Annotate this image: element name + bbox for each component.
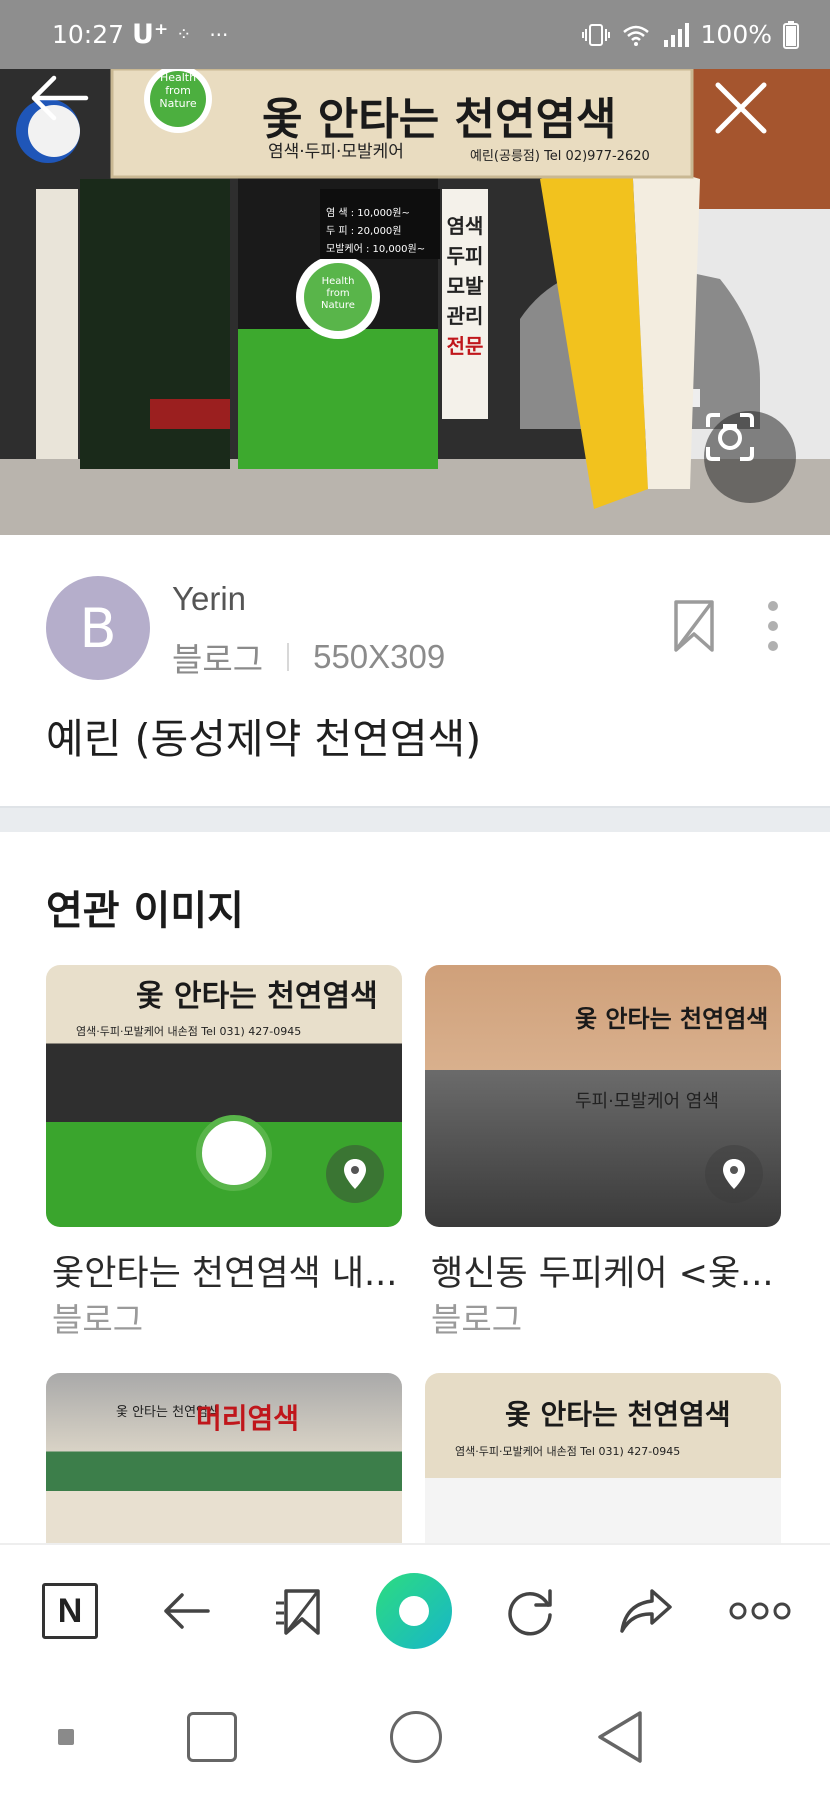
square-icon: [187, 1712, 237, 1762]
more-options-button[interactable]: [758, 596, 788, 656]
image-viewer-app: 10:27 U⁺ ⁘ ··· 100% 옻 안타는 천연염색 염색·두피·모발케…: [0, 0, 830, 1798]
signal-icon: [663, 22, 689, 47]
related-images-heading: 연관 이미지: [46, 888, 244, 934]
location-pin-button[interactable]: [326, 1145, 384, 1203]
related-thumbnail[interactable]: 옻 안타는 천연염색 두피·모발케어 염색: [425, 965, 781, 1227]
battery-percent: 100%: [700, 20, 772, 49]
bookmark-list-icon: [276, 1589, 320, 1635]
thumb-sign-text: 옻 안타는 천연염색: [505, 1398, 731, 1431]
bookmark-list-button[interactable]: [250, 1563, 346, 1659]
section-divider: [0, 806, 830, 832]
thumb-sign-text: 옻 안타는 천연염색: [575, 1005, 769, 1033]
small-square-icon: [58, 1729, 74, 1745]
network-dots-icon: ⁘: [176, 24, 192, 45]
vibrate-icon: [581, 23, 610, 46]
back-arrow-icon: [31, 75, 89, 121]
system-back-button[interactable]: [580, 1697, 660, 1777]
hero-sign-sub: 염색·두피·모발케어: [268, 142, 404, 162]
browser-toolbar: N: [0, 1543, 830, 1675]
related-thumbnail[interactable]: 옻 안타는 천연염색 염색·두피·모발케어 내손점 Tel 031) 427-0…: [46, 965, 402, 1227]
back-button[interactable]: [28, 75, 116, 163]
arrow-left-icon: [164, 1593, 210, 1629]
source-label: 블로그: [172, 640, 264, 679]
author-name[interactable]: Yerin: [172, 580, 246, 618]
bookmark-button[interactable]: [672, 598, 716, 654]
carrier-label: U⁺: [132, 19, 169, 50]
naver-home-button[interactable]: N: [22, 1563, 118, 1659]
hero-price-list: 염 색 : 10,000원~ 두 피 : 20,000원 모발케어 : 10,0…: [326, 208, 426, 255]
image-meta: 블로그 550X309: [172, 633, 445, 681]
related-source: 블로그: [52, 1300, 144, 1339]
close-icon: [715, 82, 767, 134]
hero-image[interactable]: 옻 안타는 천연염색 염색·두피·모발케어 예린(공릉점) Tel 02)977…: [0, 69, 830, 535]
nav-dot-button[interactable]: [26, 1697, 106, 1777]
image-title: 예린 (동성제약 천연염색): [46, 715, 482, 763]
hero-logo-text: Health from Nature: [159, 71, 197, 110]
home-button[interactable]: [376, 1697, 456, 1777]
thumb-sub-text: 두피·모발케어 염색: [575, 1091, 719, 1112]
battery-icon: [783, 20, 799, 49]
share-button[interactable]: [598, 1563, 694, 1659]
bookmark-icon: [674, 600, 714, 652]
hero-side-sign: 염색 두피 모발 관리 전문: [446, 214, 484, 358]
circle-icon: [390, 1711, 442, 1763]
status-time: 10:27: [52, 20, 125, 49]
naver-n-icon: N: [42, 1583, 98, 1639]
more-menu-button[interactable]: [712, 1563, 808, 1659]
green-dot-icon: [376, 1573, 452, 1649]
system-nav-bar: [0, 1675, 830, 1798]
lens-search-button[interactable]: [704, 411, 796, 503]
close-button[interactable]: [714, 81, 802, 169]
wifi-icon: [622, 25, 649, 46]
avatar[interactable]: B: [46, 576, 150, 680]
thumb-sub-text: 염색·두피·모발케어 내손점 Tel 031) 427-0945: [455, 1445, 681, 1458]
status-bar: 10:27 U⁺ ⁘ ··· 100%: [0, 0, 830, 69]
related-source: 블로그: [431, 1300, 523, 1339]
image-dimensions: 550X309: [313, 638, 446, 675]
thumb-sign-text: 옻 안타는 천연염색: [136, 979, 378, 1014]
camera-lens-icon: [706, 413, 754, 461]
triangle-back-icon: [598, 1711, 642, 1763]
location-pin-icon: [344, 1159, 366, 1189]
more-horizontal-icon: [729, 1602, 791, 1620]
green-dot-button[interactable]: [366, 1563, 462, 1659]
location-pin-button[interactable]: [705, 1145, 763, 1203]
related-title[interactable]: 옻안타는 천연염색 내...: [52, 1245, 397, 1296]
related-title[interactable]: 행신동 두피케어 <옻...: [431, 1245, 774, 1296]
hero-window-logo: Health from Nature: [321, 276, 355, 311]
hero-sign-contact: 예린(공릉점) Tel 02)977-2620: [470, 149, 650, 164]
notification-dots: ···: [209, 22, 229, 47]
back-nav-button[interactable]: [138, 1563, 234, 1659]
thumb-sub-text: 염색·두피·모발케어 내손점 Tel 031) 427-0945: [76, 1025, 302, 1038]
location-pin-icon: [723, 1159, 745, 1189]
thumb-logo: [196, 1115, 272, 1191]
refresh-button[interactable]: [482, 1563, 578, 1659]
meta-separator: [287, 643, 290, 671]
refresh-icon: [508, 1589, 552, 1636]
share-arrow-icon: [620, 1589, 672, 1633]
recents-button[interactable]: [172, 1697, 252, 1777]
more-vertical-icon: [768, 601, 778, 651]
thumb-sign-text: 머리염색: [196, 1402, 300, 1435]
